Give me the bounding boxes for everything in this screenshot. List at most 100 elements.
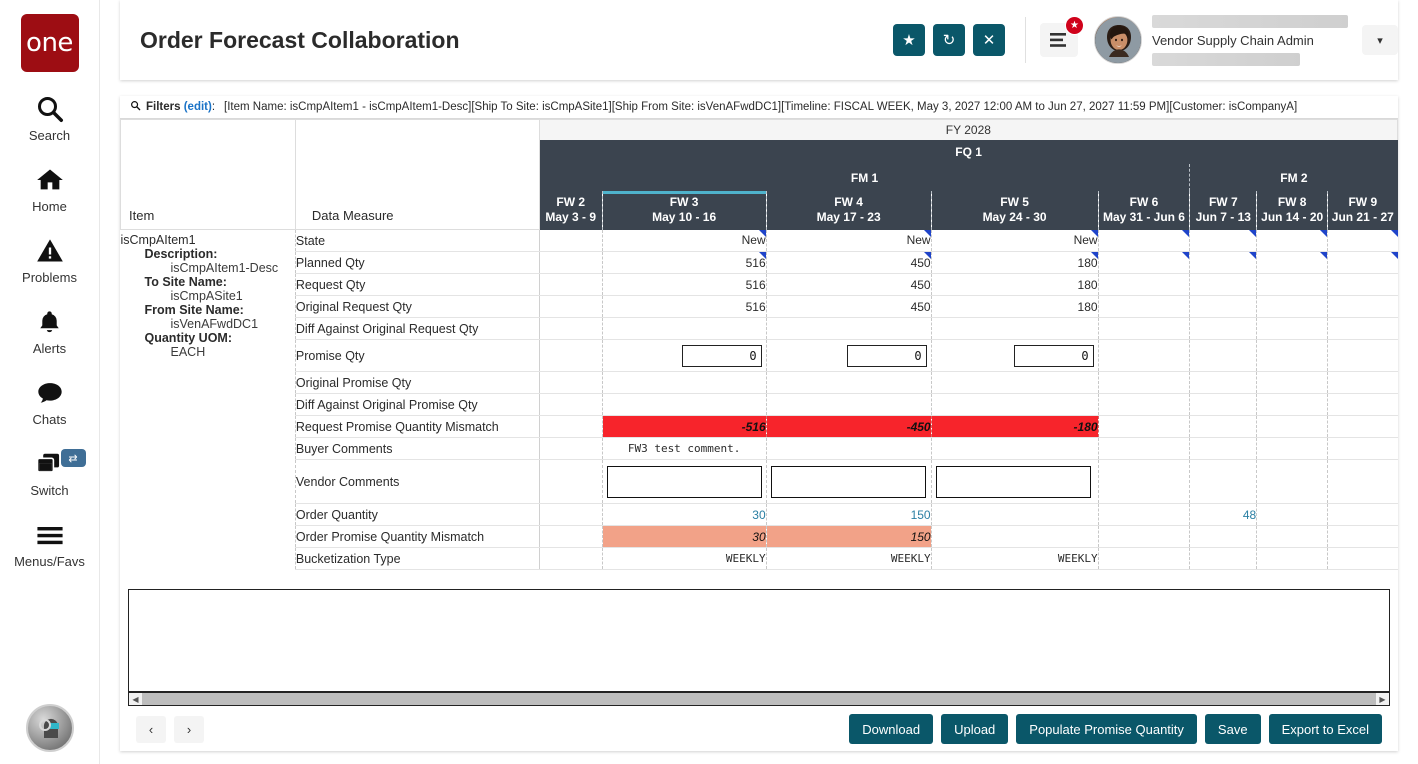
avatar[interactable]: [1094, 16, 1142, 64]
search-icon: [130, 100, 141, 114]
cell-state-fw7: [1190, 230, 1257, 252]
fiscal-year-label: FY 2028: [539, 120, 1397, 140]
promise-qty-input-fw4[interactable]: [847, 345, 927, 367]
close-button[interactable]: ✕: [973, 24, 1005, 56]
populate-promise-quantity-button[interactable]: Populate Promise Quantity: [1016, 714, 1197, 744]
vendor-comment-input-fw5[interactable]: [936, 466, 1091, 498]
download-button[interactable]: Download: [849, 714, 933, 744]
cell-state-fw5: New: [931, 230, 1098, 252]
cell-buyer-comment-fw7: [1190, 438, 1257, 460]
cell-order-qty-fw3[interactable]: 30: [602, 504, 766, 526]
favorite-button[interactable]: ★: [893, 24, 925, 56]
measure-label: Planned Qty: [295, 252, 539, 274]
week-column-header[interactable]: FW 6 May 31 - Jun 6: [1098, 191, 1190, 229]
list-icon: [1049, 32, 1069, 48]
item-field-label: Description:: [121, 247, 295, 261]
table-row: Order Promise Quantity Mismatch 30 150: [121, 526, 1398, 548]
export-to-excel-button[interactable]: Export to Excel: [1269, 714, 1382, 744]
sidebar-item-menus-favs[interactable]: Menus/Favs: [0, 518, 100, 569]
save-button[interactable]: Save: [1205, 714, 1261, 744]
switch-toggle-badge[interactable]: ⇄: [61, 449, 86, 467]
week-column-header[interactable]: FW 7 Jun 7 - 13: [1190, 191, 1257, 229]
cell-orig-request-fw4: 450: [766, 296, 931, 318]
column-header-item: Item: [121, 208, 154, 227]
cell-diff-promise-fw4: [766, 394, 931, 416]
left-sidebar: one Search Home Problems Alerts: [0, 0, 100, 764]
week-column-header[interactable]: FW 8 Jun 14 - 20: [1257, 191, 1328, 229]
cell-order-qty-fw7[interactable]: 48: [1190, 504, 1257, 526]
cell-vendor-comment-fw6: [1098, 460, 1190, 504]
cell-planned-fw2: [539, 252, 602, 274]
vendor-comment-input-fw4[interactable]: [771, 466, 926, 498]
cell-state-fw9: [1328, 230, 1398, 252]
cell-vendor-comment-fw9: [1328, 460, 1398, 504]
promise-qty-input-fw5[interactable]: [1014, 345, 1094, 367]
cell-order-qty-fw4[interactable]: 150: [766, 504, 931, 526]
cell-promise-fw3[interactable]: [602, 340, 766, 372]
cell-promise-fw9: [1328, 340, 1398, 372]
filters-edit-link[interactable]: (edit): [184, 101, 212, 113]
week-column-header[interactable]: FW 3 May 10 - 16: [602, 191, 766, 229]
table-row: Request Promise Quantity Mismatch -516 -…: [121, 416, 1398, 438]
sidebar-item-chats[interactable]: Chats: [0, 376, 100, 427]
sidebar-item-switch[interactable]: ⇄ Switch: [0, 447, 100, 498]
scrollbar-thumb[interactable]: [142, 693, 1376, 705]
scroll-right-arrow-icon[interactable]: ▶: [1376, 695, 1389, 704]
week-name: FW 8: [1257, 195, 1327, 210]
previous-page-button[interactable]: ‹: [136, 716, 166, 743]
user-identity-block[interactable]: Vendor Supply Chain Admin: [1152, 15, 1348, 66]
forecast-grid[interactable]: Item Data Measure FY 2028 FQ 1: [120, 119, 1398, 582]
sidebar-item-problems[interactable]: Problems: [0, 234, 100, 285]
cell-vendor-comment-fw3[interactable]: [602, 460, 766, 504]
hamburger-icon: [34, 518, 66, 552]
cell-vendor-comment-fw4[interactable]: [766, 460, 931, 504]
table-row: Vendor Comments: [121, 460, 1398, 504]
cell-promise-fw4[interactable]: [766, 340, 931, 372]
sidebar-item-home[interactable]: Home: [0, 163, 100, 214]
notifications-menu-button[interactable]: ★: [1040, 23, 1078, 57]
cell-bucketization-fw9: [1328, 548, 1398, 570]
one-logo[interactable]: one: [21, 14, 79, 72]
cell-req-promise-mismatch-fw4: -450: [766, 416, 931, 438]
week-column-header[interactable]: FW 5 May 24 - 30: [931, 191, 1098, 229]
warning-icon: [36, 234, 64, 268]
cell-diff-req-fw5: [931, 318, 1098, 340]
comment-flag-icon: [1249, 252, 1256, 259]
next-page-button[interactable]: ›: [174, 716, 204, 743]
chat-icon: [35, 376, 65, 410]
horizontal-scrollbar[interactable]: ◀ ▶: [128, 692, 1390, 706]
comment-flag-icon: [1391, 252, 1398, 259]
table-row: Planned Qty 516 450 180: [121, 252, 1398, 274]
page-title: Order Forecast Collaboration: [140, 27, 460, 54]
cell-planned-fw8: [1257, 252, 1328, 274]
sidebar-item-search[interactable]: Search: [0, 92, 100, 143]
cell-promise-fw5[interactable]: [931, 340, 1098, 372]
promise-qty-input-fw3[interactable]: [682, 345, 762, 367]
assistant-avatar[interactable]: [26, 704, 74, 752]
cell-vendor-comment-fw5[interactable]: [931, 460, 1098, 504]
upload-button[interactable]: Upload: [941, 714, 1008, 744]
content-panel: Filters (edit): [Item Name: isCmpAItem1 …: [120, 96, 1398, 751]
cell-diff-promise-fw2: [539, 394, 602, 416]
week-column-header[interactable]: FW 4 May 17 - 23: [766, 191, 931, 229]
refresh-button[interactable]: ↻: [933, 24, 965, 56]
cell-state-fw8: [1257, 230, 1328, 252]
measure-label: Promise Qty: [295, 340, 539, 372]
week-name: FW 5: [932, 195, 1098, 210]
comment-flag-icon: [1182, 252, 1189, 259]
item-header-cell: Item: [121, 120, 296, 230]
vendor-comment-input-fw3[interactable]: [607, 466, 762, 498]
cell-orig-request-fw2: [539, 296, 602, 318]
item-field-value: EACH: [121, 345, 295, 359]
week-column-header[interactable]: FW 9 Jun 21 - 27: [1328, 191, 1398, 229]
table-row: Diff Against Original Request Qty: [121, 318, 1398, 340]
week-name: FW 2: [540, 195, 602, 210]
footer-toolbar: ‹ › Download Upload Populate Promise Qua…: [120, 707, 1398, 751]
sidebar-item-alerts[interactable]: Alerts: [0, 305, 100, 356]
cell-request-fw9: [1328, 274, 1398, 296]
cell-buyer-comment-fw2: [539, 438, 602, 460]
chevron-down-icon[interactable]: ▾: [1362, 25, 1398, 55]
cell-buyer-comment-fw4: [766, 438, 931, 460]
scroll-left-arrow-icon[interactable]: ◀: [129, 695, 142, 704]
week-column-header[interactable]: FW 2 May 3 - 9: [539, 191, 602, 229]
